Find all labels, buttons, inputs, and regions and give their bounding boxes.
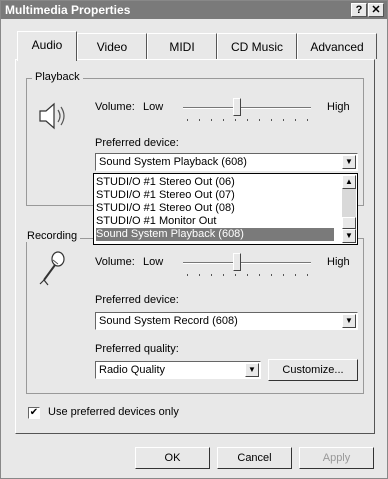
slider-tick [199,274,200,276]
recording-quality-value: Radio Quality [99,364,166,376]
tab-video[interactable]: Video [77,33,147,59]
slider-tick [295,274,296,276]
slider-tick [235,274,236,276]
dropdown-item[interactable]: STUDI/O #1 Stereo Out (07) [96,189,334,202]
scroll-up-icon[interactable]: ▲ [342,175,356,189]
slider-tick [295,119,296,121]
recording-volume-high: High [327,256,350,268]
close-button[interactable]: ✕ [368,3,384,17]
recording-group-label: Recording [24,230,81,242]
recording-volume-label: Volume: [95,256,135,268]
slider-tick [247,274,248,276]
slider-tick [247,119,248,121]
slider-tick [187,274,188,276]
dropdown-item[interactable]: Sound System Playback (608) [96,228,334,241]
slider-tick [271,119,272,121]
slider-tick [199,119,200,121]
slider-tick [307,274,308,276]
slider-tick [223,119,224,121]
playback-volume-track [183,107,311,109]
slider-tick [283,274,284,276]
dropdown-item[interactable]: STUDI/O #1 Stereo Out (06) [96,176,334,189]
dropdown-scrollbar[interactable]: ▲ ▼ [342,175,356,243]
slider-tick [259,274,260,276]
use-preferred-label[interactable]: Use preferred devices only [48,406,179,418]
playback-device-label: Preferred device: [95,137,179,149]
dialog-window: Multimedia Properties ? ✕ Audio Video MI… [0,0,388,479]
playback-volume-low: Low [143,101,164,113]
scroll-down-icon[interactable]: ▼ [342,229,356,243]
audio-tab-panel: Playback Volume: Low High Preferred devi… [15,59,375,434]
playback-device-select[interactable]: Sound System Playback (608) ▼ [95,153,358,171]
recording-quality-select[interactable]: Radio Quality ▼ [95,361,261,379]
tab-midi[interactable]: MIDI [147,33,217,59]
ok-button[interactable]: OK [135,447,210,469]
chevron-down-icon[interactable]: ▼ [342,155,356,169]
playback-device-dropdown-list[interactable]: STUDI/O #1 Stereo Out (06) STUDI/O #1 Ste… [93,173,358,245]
slider-tick [187,119,188,121]
chevron-down-icon[interactable]: ▼ [245,363,259,377]
microphone-icon [36,250,70,291]
checkmark-icon: ✔ [29,407,39,418]
recording-device-label: Preferred device: [95,294,179,306]
playback-volume-label: Volume: [95,101,135,113]
slider-tick [259,119,260,121]
chevron-down-icon[interactable]: ▼ [342,314,356,328]
help-button[interactable]: ? [351,3,367,17]
tab-cd-music[interactable]: CD Music [217,33,297,59]
tab-audio[interactable]: Audio [17,31,77,61]
slider-tick [271,274,272,276]
cancel-button[interactable]: Cancel [217,447,292,469]
slider-tick [283,119,284,121]
slider-tick [211,274,212,276]
use-preferred-checkbox[interactable]: ✔ [28,407,40,419]
recording-device-value: Sound System Record (608) [99,315,238,327]
recording-device-select[interactable]: Sound System Record (608) ▼ [95,312,358,330]
slider-tick [223,274,224,276]
playback-volume-slider[interactable] [232,98,241,116]
tab-advanced[interactable]: Advanced [297,33,377,59]
playback-group-label: Playback [32,71,83,83]
apply-button[interactable]: Apply [299,447,374,469]
speaker-icon [36,100,72,135]
playback-volume-high: High [327,101,350,113]
customize-button[interactable]: Customize... [268,359,358,381]
recording-volume-slider[interactable] [232,253,241,271]
recording-quality-label: Preferred quality: [95,343,179,355]
dropdown-item[interactable]: STUDI/O #1 Stereo Out (08) [96,202,334,215]
recording-volume-low: Low [143,256,164,268]
recording-volume-track [183,262,311,264]
window-title: Multimedia Properties [5,3,131,17]
slider-tick [235,119,236,121]
slider-tick [211,119,212,121]
slider-tick [307,119,308,121]
scrollbar-thumb[interactable] [342,217,356,229]
dropdown-item[interactable]: STUDI/O #1 Monitor Out [96,215,334,228]
playback-device-value: Sound System Playback (608) [99,156,247,168]
title-bar[interactable]: Multimedia Properties ? ✕ [1,1,387,19]
